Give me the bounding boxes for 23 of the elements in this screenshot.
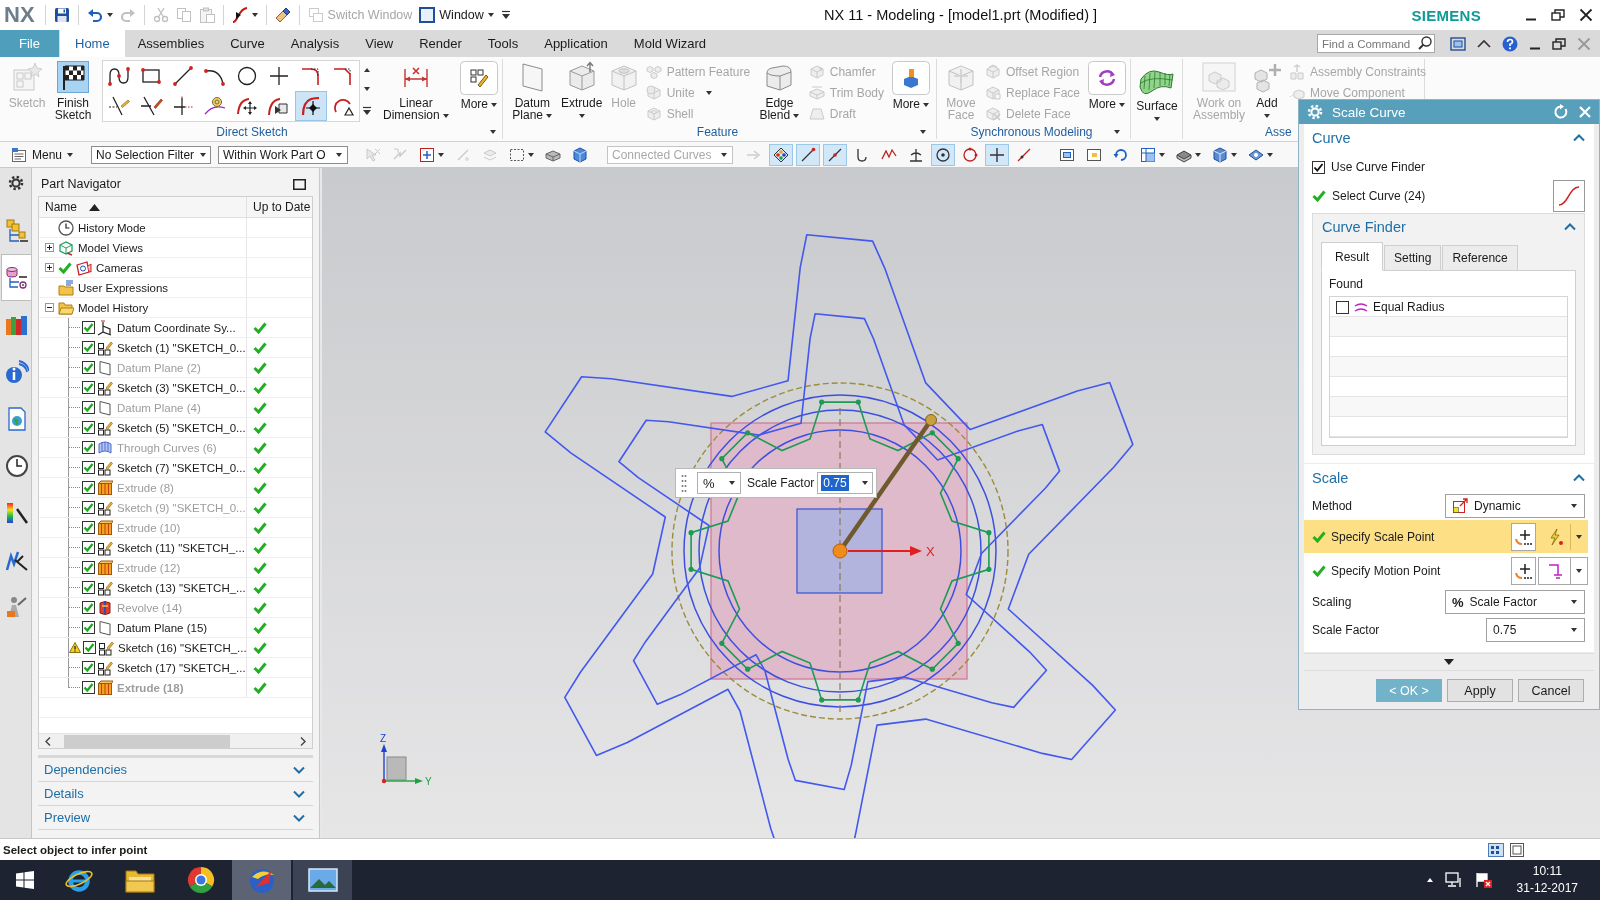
ribbon-group-label: Direct Sketch xyxy=(216,124,288,139)
field-label: Scale Factor xyxy=(747,476,815,490)
app-logo: NX xyxy=(3,2,36,28)
list-caption: Found xyxy=(1329,276,1365,292)
dialog-title: Scale Curve xyxy=(1332,104,1406,120)
field-label: Scale Factor xyxy=(1312,623,1381,637)
window-title: NX 11 - Modeling - [model1.prt (Modified) ] xyxy=(824,7,1098,23)
field-label: Scaling xyxy=(1312,595,1353,609)
section-title: Scale xyxy=(1312,470,1349,486)
panel-title: Part Navigator xyxy=(41,177,121,191)
clock-time: 10:11 xyxy=(1532,863,1562,880)
axis-label: Z xyxy=(380,733,387,744)
ribbon-group-label: Synchronous Modeling xyxy=(970,124,1093,139)
axis-label: Y xyxy=(425,776,432,787)
section-title: Curve xyxy=(1312,130,1351,146)
axis-label: X xyxy=(926,544,935,559)
field-label: Method xyxy=(1312,499,1354,513)
ribbon-group-label: Feature xyxy=(696,124,739,139)
clock-date: 31-12-2017 xyxy=(1516,880,1578,897)
section-title: Curve Finder xyxy=(1322,218,1406,235)
ribbon-group-label: Asse xyxy=(1265,124,1292,139)
brand-name: SIEMENS xyxy=(1411,6,1481,24)
status-prompt: Select object to infer point xyxy=(3,843,148,856)
